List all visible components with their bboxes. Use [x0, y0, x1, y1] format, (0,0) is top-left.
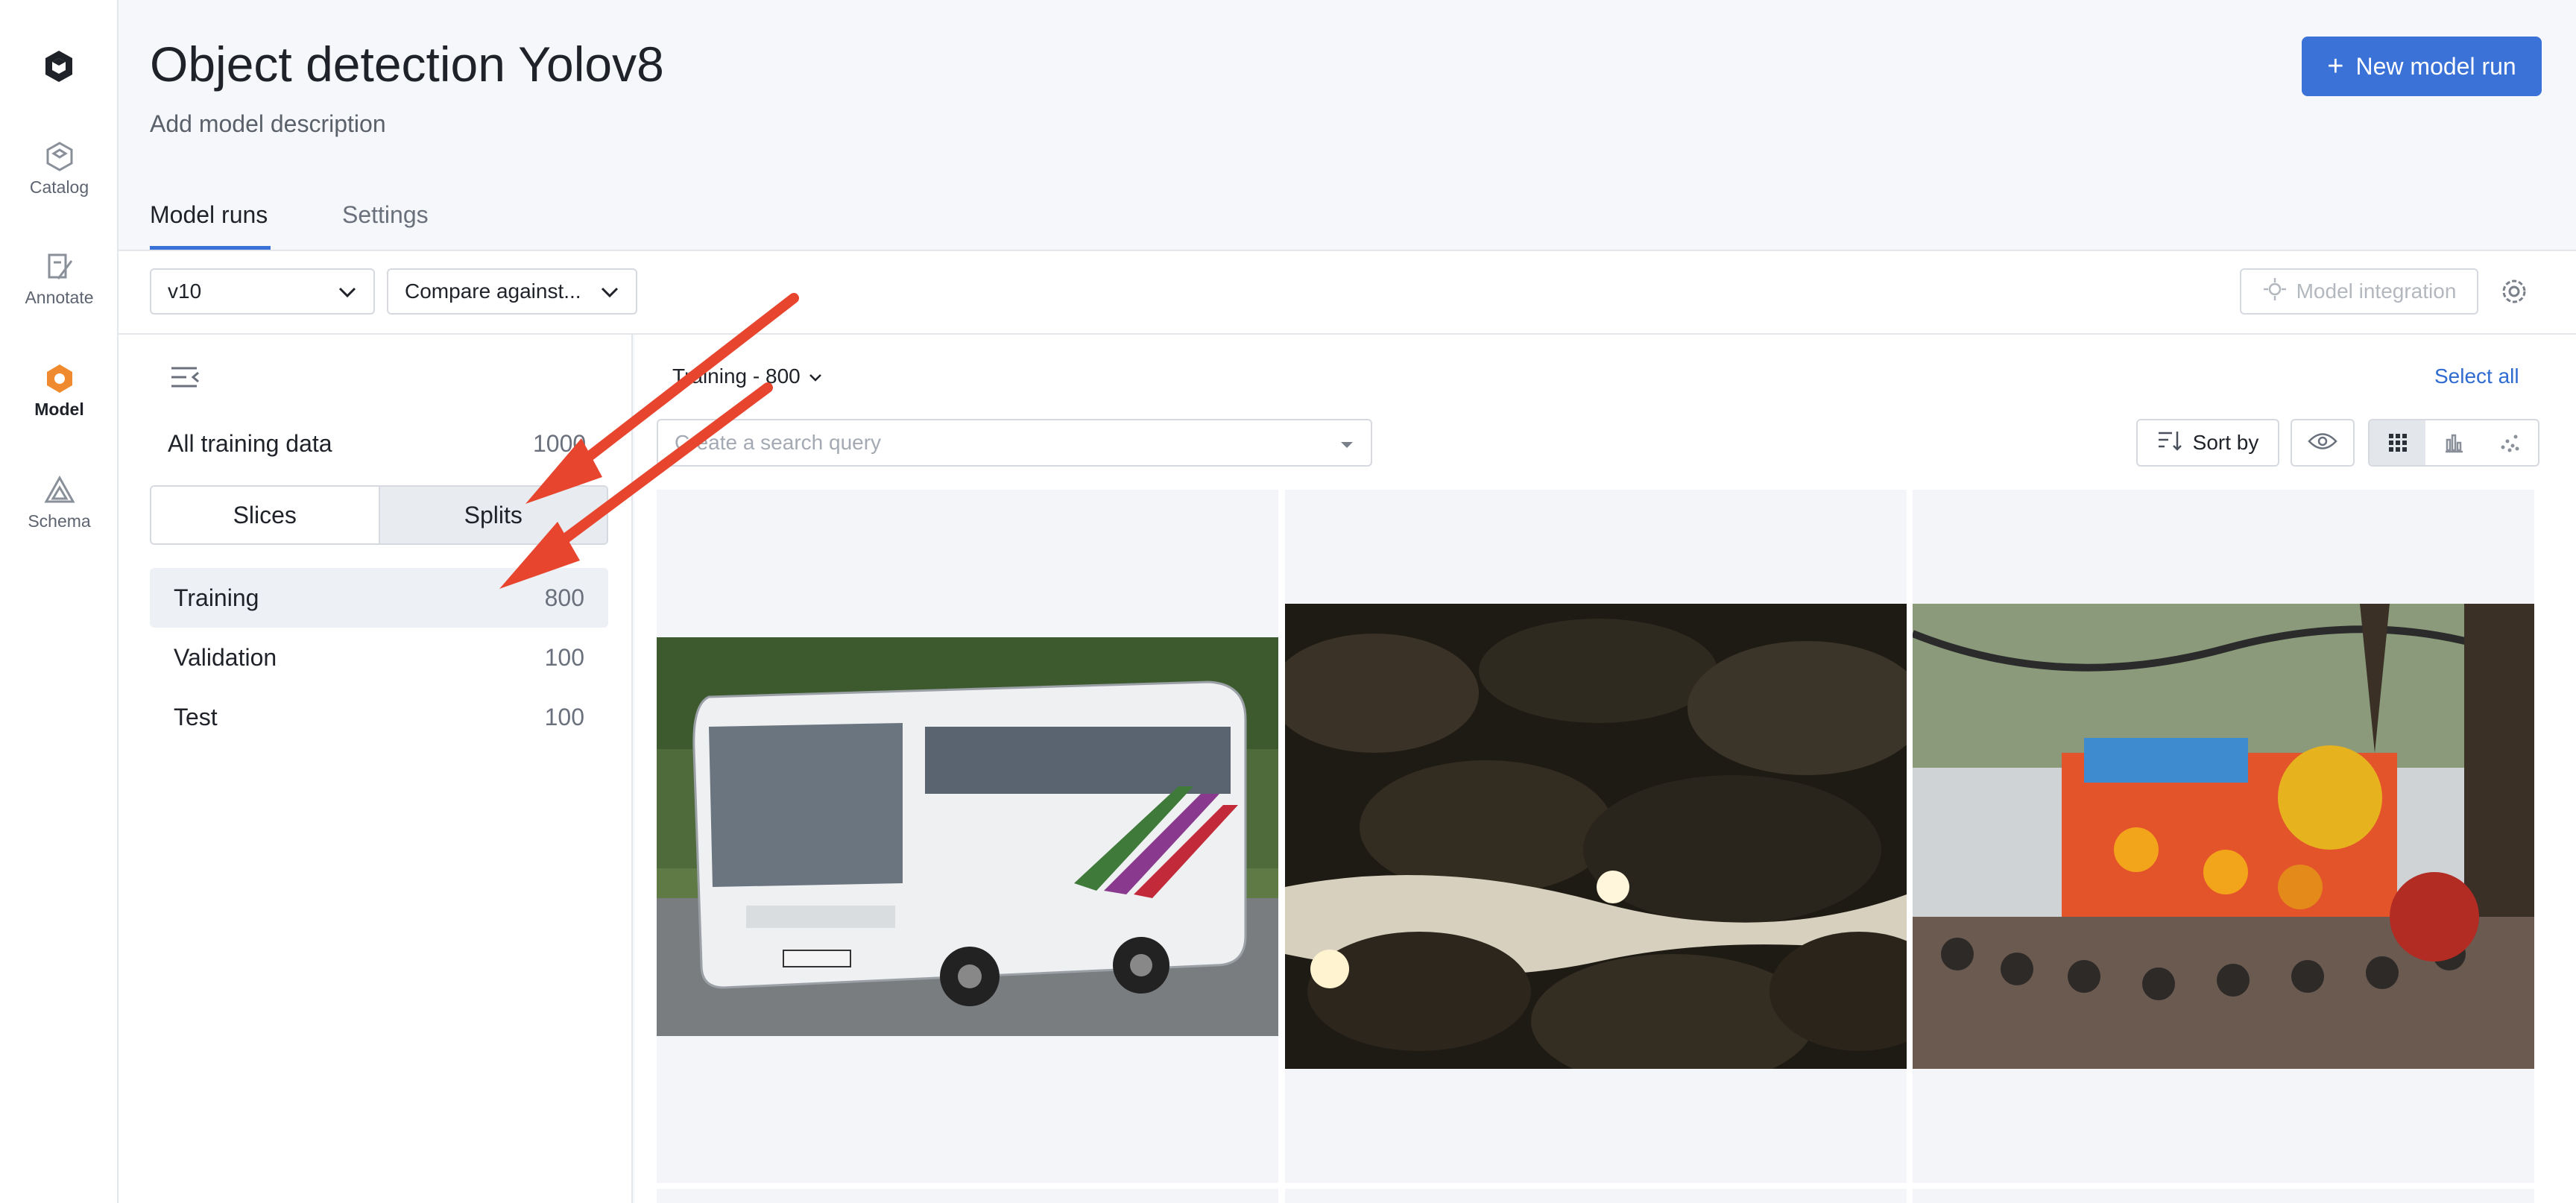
all-training-data-label[interactable]: All training data — [168, 430, 332, 458]
splits-tab[interactable]: Splits — [378, 487, 607, 543]
slices-splits-toggle: Slices Splits — [150, 485, 608, 545]
chevron-down-icon — [338, 280, 357, 303]
version-select[interactable]: v10 — [150, 268, 375, 315]
nav-schema-label: Schema — [28, 511, 91, 531]
new-model-run-button[interactable]: + New model run — [2302, 37, 2542, 96]
sort-by-button[interactable]: Sort by — [2136, 419, 2279, 467]
slices-tab[interactable]: Slices — [151, 487, 379, 543]
split-item-test[interactable]: Test 100 — [150, 687, 608, 747]
search-query-input[interactable]: Create a search query — [657, 419, 1372, 467]
tab-model-runs[interactable]: Model runs — [150, 201, 268, 229]
view-mode-toggle — [2368, 419, 2539, 467]
model-integration-button[interactable]: Model integration — [2240, 268, 2478, 315]
model-integration-label: Model integration — [2296, 280, 2457, 303]
nav-annotate[interactable]: Annotate — [0, 250, 119, 308]
river-rocks-image — [1285, 604, 1907, 1069]
split-label: Test — [174, 703, 218, 730]
model-icon — [0, 362, 119, 395]
image-card[interactable] — [657, 1189, 1278, 1203]
image-card[interactable] — [657, 490, 1278, 1183]
eye-icon — [2308, 432, 2337, 455]
schema-icon — [0, 474, 119, 507]
gear-icon[interactable] — [2498, 276, 2530, 311]
catalog-icon — [0, 140, 119, 173]
page-title: Object detection Yolov8 — [150, 37, 664, 92]
nav-catalog-label: Catalog — [29, 177, 89, 197]
chevron-down-icon — [600, 280, 619, 303]
search-placeholder: Create a search query — [675, 431, 882, 454]
left-nav-rail: Catalog Annotate Model Schema — [0, 0, 119, 1203]
scatter-view-icon[interactable] — [2482, 420, 2538, 465]
split-label: Training — [174, 584, 259, 611]
image-card[interactable] — [1285, 1189, 1907, 1203]
sort-icon — [2157, 429, 2182, 457]
plus-icon: + — [2327, 51, 2344, 82]
split-count: 800 — [544, 584, 584, 611]
split-label: Validation — [174, 643, 277, 671]
image-card[interactable] — [1913, 490, 2534, 1183]
visibility-toggle-button[interactable] — [2291, 419, 2355, 467]
new-model-run-label: New model run — [2355, 52, 2516, 80]
collapse-panel-icon[interactable] — [170, 364, 201, 394]
nav-annotate-label: Annotate — [25, 288, 94, 307]
select-all-link[interactable]: Select all — [2434, 364, 2519, 388]
app-logo-icon[interactable] — [43, 49, 75, 87]
caret-down-icon — [1339, 431, 1354, 455]
split-count: 100 — [544, 643, 584, 671]
annotate-icon — [0, 250, 119, 283]
image-card[interactable] — [1285, 490, 1907, 1183]
tab-settings[interactable]: Settings — [342, 201, 429, 229]
nav-catalog[interactable]: Catalog — [0, 140, 119, 198]
version-value: v10 — [168, 280, 202, 303]
parade-float-image — [1913, 604, 2534, 1069]
chevron-down-icon — [808, 364, 823, 388]
model-description[interactable]: Add model description — [150, 110, 386, 138]
split-item-validation[interactable]: Validation 100 — [150, 628, 608, 687]
split-filter-dropdown[interactable]: Training - 800 — [672, 364, 823, 388]
grid-view-icon[interactable] — [2370, 420, 2426, 465]
data-split-panel — [119, 335, 633, 1203]
nav-model[interactable]: Model — [0, 362, 119, 420]
split-item-training[interactable]: Training 800 — [150, 568, 608, 628]
sort-by-label: Sort by — [2192, 431, 2259, 454]
integration-icon — [2262, 277, 2288, 307]
image-card[interactable] — [1913, 1189, 2534, 1203]
compare-placeholder: Compare against... — [405, 280, 581, 303]
nav-schema[interactable]: Schema — [0, 474, 119, 531]
compare-against-select[interactable]: Compare against... — [387, 268, 637, 315]
split-count: 100 — [544, 703, 584, 730]
split-filter-label: Training - 800 — [672, 364, 801, 388]
chart-view-icon[interactable] — [2425, 420, 2481, 465]
all-training-data-count: 1000 — [533, 430, 587, 457]
nav-model-label: Model — [34, 400, 84, 419]
bus-image — [657, 637, 1278, 1036]
